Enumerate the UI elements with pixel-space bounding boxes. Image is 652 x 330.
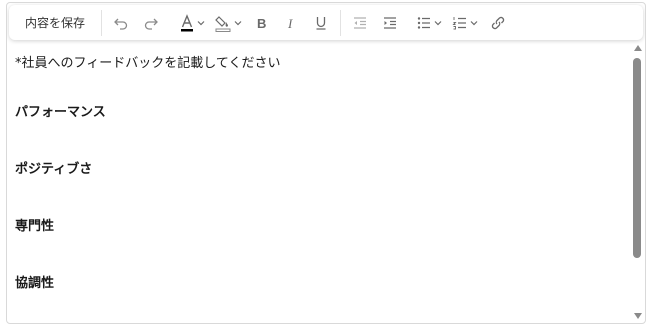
text-color-dropdown[interactable]: [174, 9, 210, 37]
editor-toolbar: 内容を保存 B I: [9, 5, 643, 40]
vertical-scrollbar[interactable]: [632, 43, 644, 321]
underline-icon: [316, 16, 326, 30]
section-heading-cooperation: 協調性: [15, 276, 55, 291]
outdent-icon: [354, 16, 367, 29]
bullet-list-icon: [417, 16, 431, 29]
bold-button[interactable]: B: [246, 9, 276, 37]
editor-content-area[interactable]: *社員へのフィードバックを記載してください パフォーマンス ポジティブさ 専門性…: [15, 55, 627, 323]
link-icon: [491, 16, 505, 29]
section-heading-expertise: 専門性: [15, 219, 55, 234]
bullet-list-dropdown[interactable]: [411, 9, 447, 37]
chevron-down-icon: [234, 20, 242, 25]
highlight-color-dropdown[interactable]: [210, 9, 246, 37]
instruction-text: *社員へのフィードバックを記載してください: [15, 56, 281, 71]
scroll-down-arrow-icon[interactable]: [634, 313, 642, 319]
rich-text-editor: 内容を保存 B I *社員へのフィードバックを記載してください パフォーマンス …: [6, 2, 646, 324]
numbered-list-icon: [452, 16, 467, 29]
undo-icon: [114, 18, 128, 30]
outdent-button[interactable]: [345, 9, 375, 37]
insert-link-button[interactable]: [483, 9, 513, 37]
section-heading-positivity: ポジティブさ: [15, 162, 93, 177]
section-heading-performance: パフォーマンス: [15, 105, 106, 120]
underline-button[interactable]: [306, 9, 336, 37]
toolbar-separator: [340, 9, 342, 36]
indent-button[interactable]: [375, 9, 405, 37]
bold-icon: B: [257, 16, 266, 30]
undo-button[interactable]: [106, 9, 136, 37]
chevron-down-icon: [434, 20, 442, 25]
chevron-down-icon: [470, 20, 478, 25]
numbered-list-dropdown[interactable]: [447, 9, 483, 37]
highlighter-icon: [215, 15, 231, 32]
redo-icon: [144, 18, 158, 30]
italic-button[interactable]: I: [276, 9, 306, 37]
save-content-button[interactable]: 内容を保存: [19, 9, 91, 37]
toolbar-separator: [101, 9, 103, 36]
scroll-up-arrow-icon[interactable]: [634, 45, 642, 51]
svg-text:B: B: [257, 16, 266, 30]
scrollbar-thumb[interactable]: [633, 58, 641, 258]
indent-icon: [384, 16, 397, 29]
svg-text:I: I: [287, 16, 293, 30]
redo-button[interactable]: [136, 9, 166, 37]
chevron-down-icon: [197, 20, 205, 25]
italic-icon: I: [287, 16, 293, 30]
font-color-icon: [181, 13, 194, 31]
